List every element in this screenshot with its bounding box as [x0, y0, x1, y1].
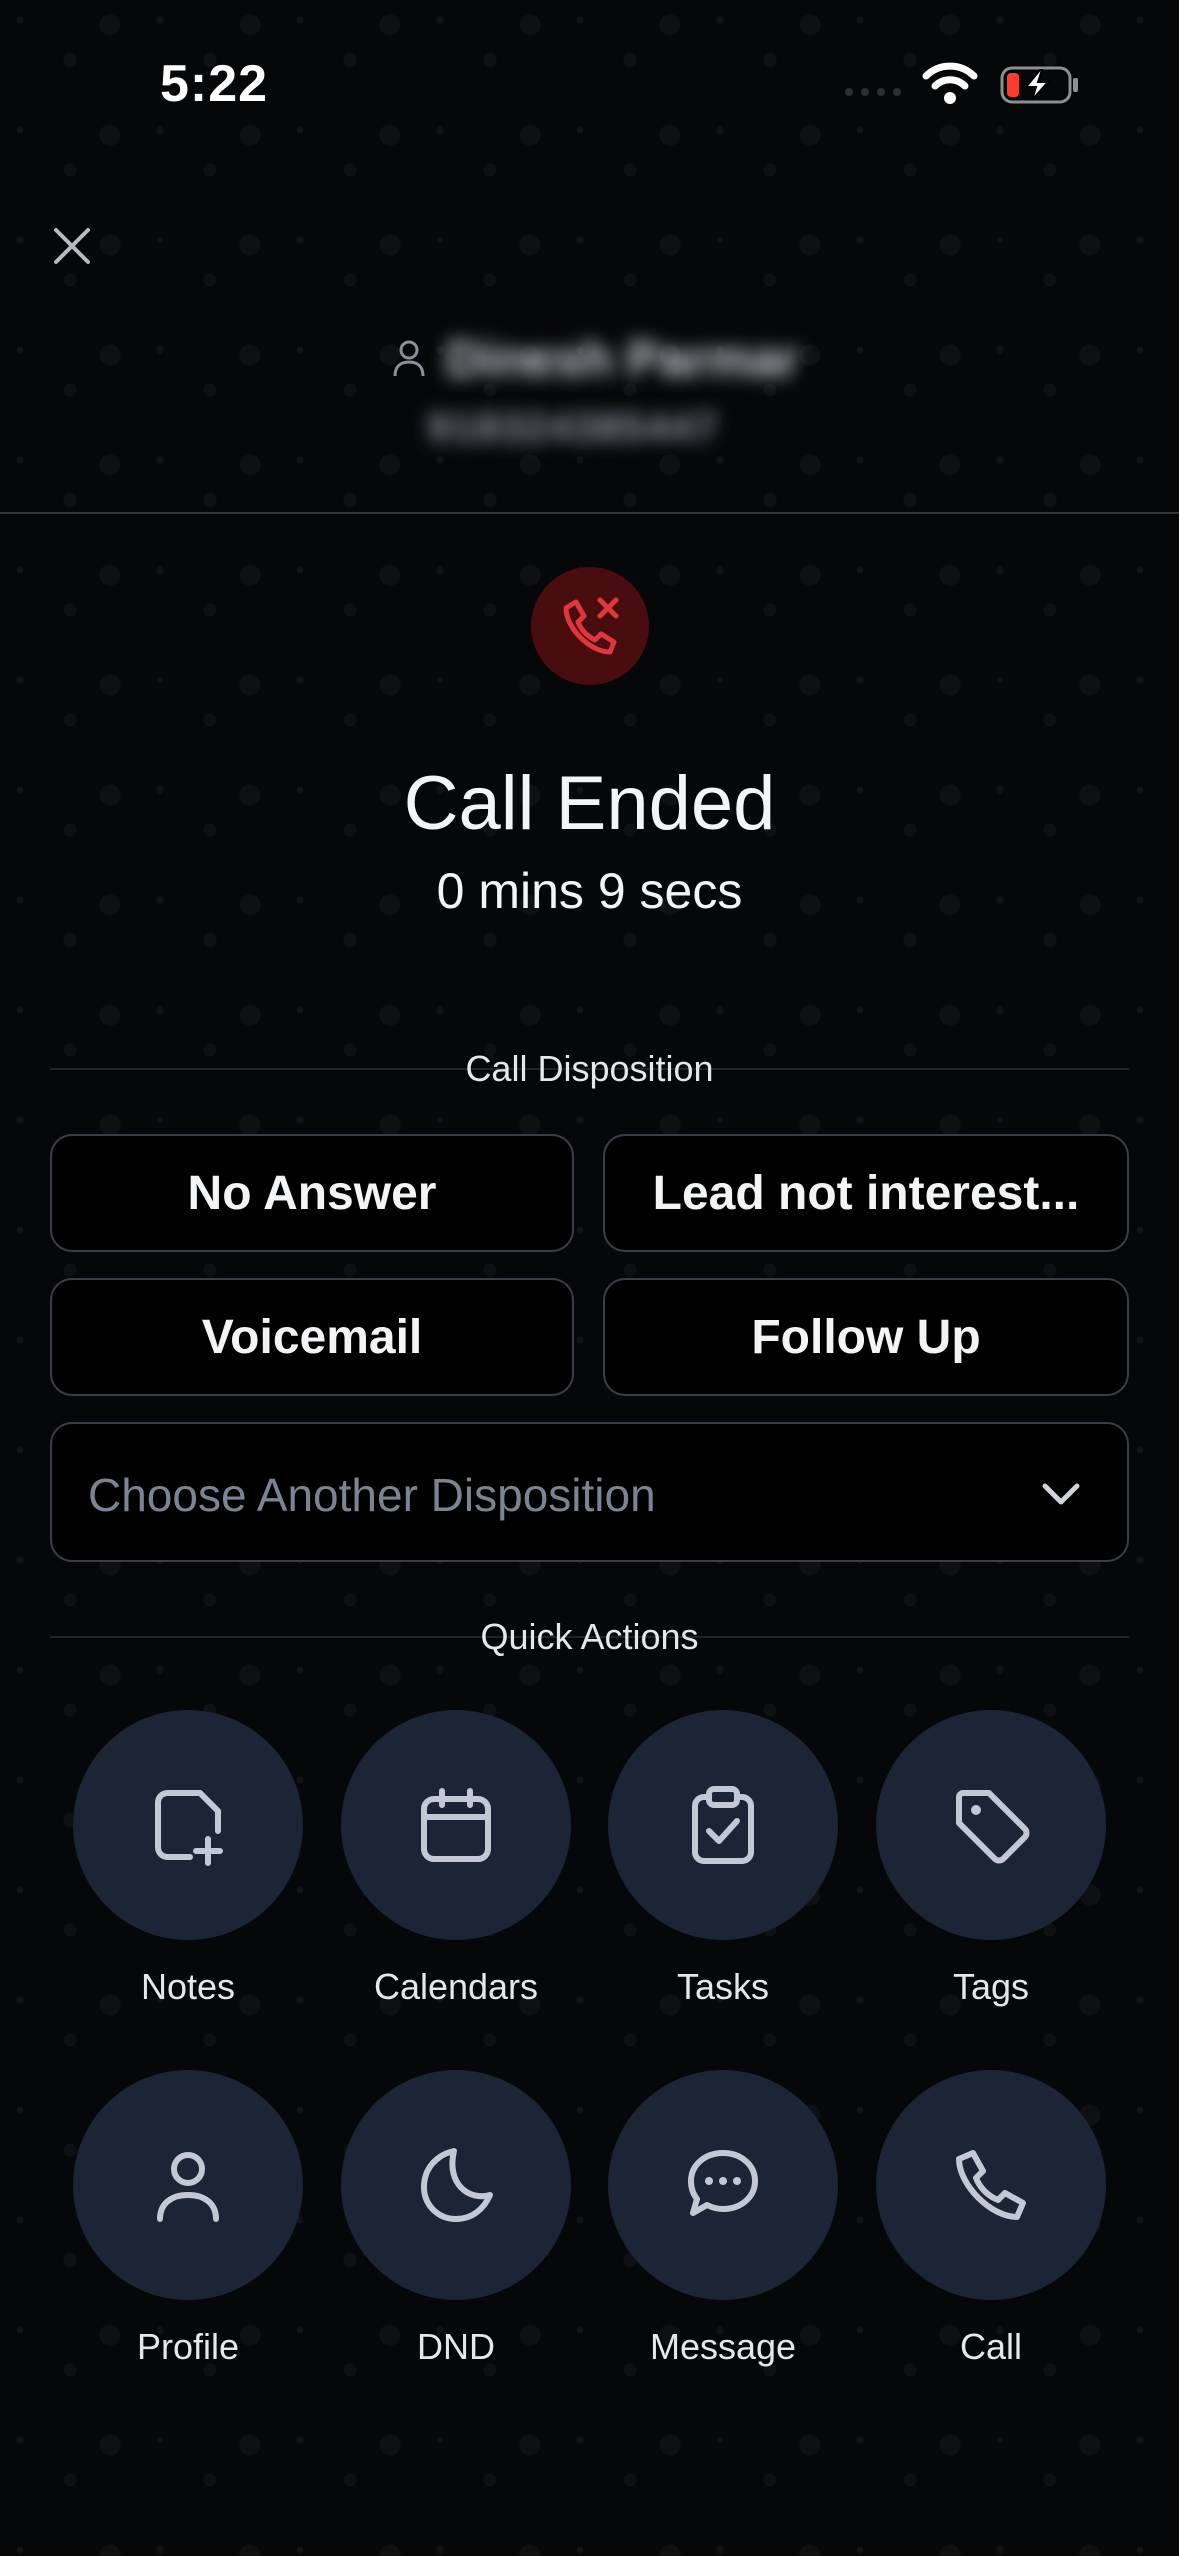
quick-action-profile[interactable]: Profile [73, 2070, 303, 2400]
quick-actions-section-label: Quick Actions [480, 1616, 699, 1657]
contact-phone: 918324385447 [428, 406, 719, 450]
call-duration: 0 mins 9 secs [436, 863, 743, 919]
header-divider [0, 512, 1179, 514]
note-add-icon [155, 1790, 223, 1866]
person-icon [393, 340, 425, 377]
disposition-lead-not-interested-button[interactable]: Lead not interest... [603, 1134, 1129, 1252]
quick-action-label: DND [417, 2326, 495, 2367]
phone-icon [956, 2150, 1026, 2220]
quick-action-notes[interactable]: Notes [73, 1710, 303, 2040]
quick-action-label: Calendars [373, 1966, 539, 2007]
call-ended-badge [531, 567, 649, 685]
call-summary-screen: 5:22 Dinesh Parmar 918324385447 Call End… [0, 0, 1179, 2556]
quick-action-message[interactable]: Message [608, 2070, 838, 2400]
quick-action-label: Tags [952, 1966, 1030, 2007]
user-icon [157, 2152, 219, 2222]
contact-header: Dinesh Parmar 918324385447 [0, 320, 1179, 460]
quick-action-label: Tasks [676, 1966, 770, 2007]
quick-action-dnd[interactable]: DND [341, 2070, 571, 2400]
wifi-icon [922, 62, 978, 104]
clipboard-check-icon [692, 1786, 754, 1864]
status-time: 5:22 [160, 55, 269, 113]
phone-missed-icon [563, 597, 619, 655]
chevron-down-icon [1042, 1483, 1080, 1505]
quick-action-tasks[interactable]: Tasks [608, 1710, 838, 2040]
battery-charging-icon [1000, 66, 1078, 104]
disposition-no-answer-button[interactable]: No Answer [50, 1134, 574, 1252]
quick-action-call[interactable]: Call [876, 2070, 1106, 2400]
quick-action-calendars[interactable]: Calendars [341, 1710, 571, 2040]
quick-action-label: Message [649, 2326, 797, 2367]
quick-action-label: Notes [140, 1966, 236, 2007]
chat-bubble-icon [688, 2150, 758, 2216]
disposition-section-label: Call Disposition [465, 1048, 714, 1089]
call-status-title: Call Ended [403, 761, 776, 846]
contact-name: Dinesh Parmar [446, 331, 799, 387]
moon-icon [421, 2148, 493, 2222]
close-icon [54, 228, 90, 264]
disposition-follow-up-button[interactable]: Follow Up [603, 1278, 1129, 1396]
close-button[interactable] [40, 214, 104, 278]
quick-action-label: Call [959, 2326, 1022, 2367]
status-bar: 5:22 [0, 0, 1179, 150]
quick-action-tags[interactable]: Tags [876, 1710, 1106, 2040]
cellular-signal-icon [845, 88, 901, 96]
disposition-select[interactable]: Choose Another Disposition [50, 1422, 1129, 1562]
quick-action-label: Profile [136, 2326, 240, 2367]
tag-icon [956, 1790, 1030, 1864]
calendar-icon [421, 1788, 491, 1862]
disposition-select-placeholder: Choose Another Disposition [88, 1469, 656, 1521]
disposition-voicemail-button[interactable]: Voicemail [50, 1278, 574, 1396]
